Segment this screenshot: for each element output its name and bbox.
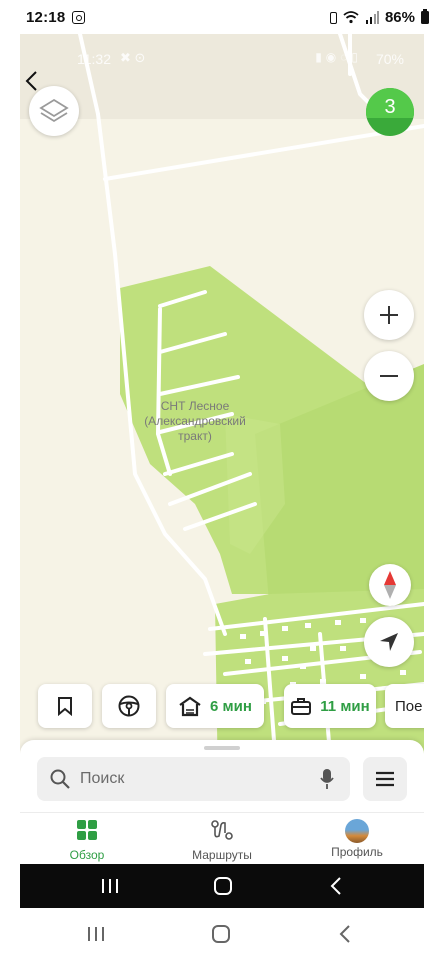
inner-status-right-icons: ▮◉◌▯: [315, 50, 362, 64]
compass-icon: [384, 571, 396, 599]
work-time: 11 мин: [320, 697, 370, 715]
route-home-chip[interactable]: 6 мин: [166, 684, 264, 728]
status-time: 12:18: [26, 9, 66, 26]
grid-icon: [77, 820, 97, 840]
minus-icon: [380, 375, 398, 377]
layers-icon: [39, 98, 69, 123]
tab-routes[interactable]: Маршруты: [167, 819, 277, 862]
battery-saver-icon: [329, 11, 337, 24]
map-place-label: СНТ Лесное (Александровский тракт): [135, 399, 255, 444]
search-icon: [50, 769, 70, 789]
search-placeholder: Поиск: [80, 770, 125, 787]
drive-mode-button[interactable]: [102, 684, 156, 728]
home-icon: [179, 696, 201, 717]
layers-button[interactable]: [29, 86, 79, 136]
status-right: 86%: [329, 9, 429, 26]
steering-wheel-icon: [118, 695, 140, 717]
back-nav-icon[interactable]: [338, 924, 352, 944]
recent-apps-icon[interactable]: [87, 925, 105, 943]
tab-bar: Обзор Маршруты Профиль: [20, 812, 424, 865]
inner-status-icons: ✖ ⊙: [120, 50, 146, 65]
microphone-icon[interactable]: [320, 768, 334, 790]
search-field[interactable]: Поиск: [37, 757, 350, 801]
routes-icon: [211, 820, 233, 840]
home-time: 6 мин: [210, 697, 252, 715]
locate-button[interactable]: [364, 617, 414, 667]
phone-status-bar: 12:18 86%: [0, 0, 443, 36]
zoom-in-button[interactable]: [364, 290, 414, 340]
navigation-arrow-icon: [380, 633, 398, 651]
phone-nav-bar: [0, 908, 443, 960]
more-chip-label: Пое: [395, 697, 423, 715]
inner-battery-percent: 70%: [375, 51, 404, 67]
zoom-out-button[interactable]: [364, 351, 414, 401]
hamburger-menu-icon: [376, 771, 394, 787]
briefcase-icon: [291, 698, 312, 715]
map-label-line3: тракт): [178, 429, 212, 443]
signal-icon: [365, 11, 379, 24]
inner-nav-bar: [20, 864, 424, 908]
quick-actions-row: 6 мин 11 мин Пое: [36, 684, 424, 728]
recent-apps-icon[interactable]: [101, 877, 119, 895]
bookmarks-button[interactable]: [38, 684, 92, 728]
tab-routes-label: Маршруты: [192, 848, 252, 862]
avatar-badge: 3: [384, 96, 396, 118]
more-chip[interactable]: Пое: [385, 684, 424, 728]
home-nav-icon[interactable]: [213, 876, 233, 896]
tab-profile[interactable]: Профиль: [302, 819, 412, 859]
inner-status-bar: 11:32 ✖ ⊙ ▮◉◌▯ 70%: [20, 34, 424, 82]
tab-overview-label: Обзор: [69, 848, 105, 862]
wifi-icon: [343, 11, 359, 24]
tab-overview[interactable]: Обзор: [32, 819, 142, 862]
compass-button[interactable]: [369, 564, 411, 606]
avatar-button[interactable]: 3: [366, 88, 414, 136]
back-nav-icon[interactable]: [329, 876, 343, 896]
map-label-line1: СНТ Лесное: [160, 399, 230, 413]
home-nav-icon[interactable]: [211, 924, 231, 944]
battery-icon: [421, 9, 429, 24]
menu-button[interactable]: [363, 757, 407, 801]
sheet-handle[interactable]: [204, 746, 240, 750]
plus-icon: [380, 306, 398, 324]
tab-profile-label: Профиль: [331, 845, 383, 859]
instagram-icon: [72, 11, 85, 24]
route-work-chip[interactable]: 11 мин: [284, 684, 376, 728]
app-screenshot: 11:32 ✖ ⊙ ▮◉◌▯ 70% 3 СНТ Лесное (Алексан…: [20, 34, 424, 908]
bookmark-icon: [58, 697, 72, 716]
inner-status-time: 11:32: [77, 51, 111, 67]
profile-avatar: [345, 819, 369, 843]
map-label-line2: (Александровский: [144, 414, 246, 428]
battery-percent: 86%: [384, 9, 415, 26]
